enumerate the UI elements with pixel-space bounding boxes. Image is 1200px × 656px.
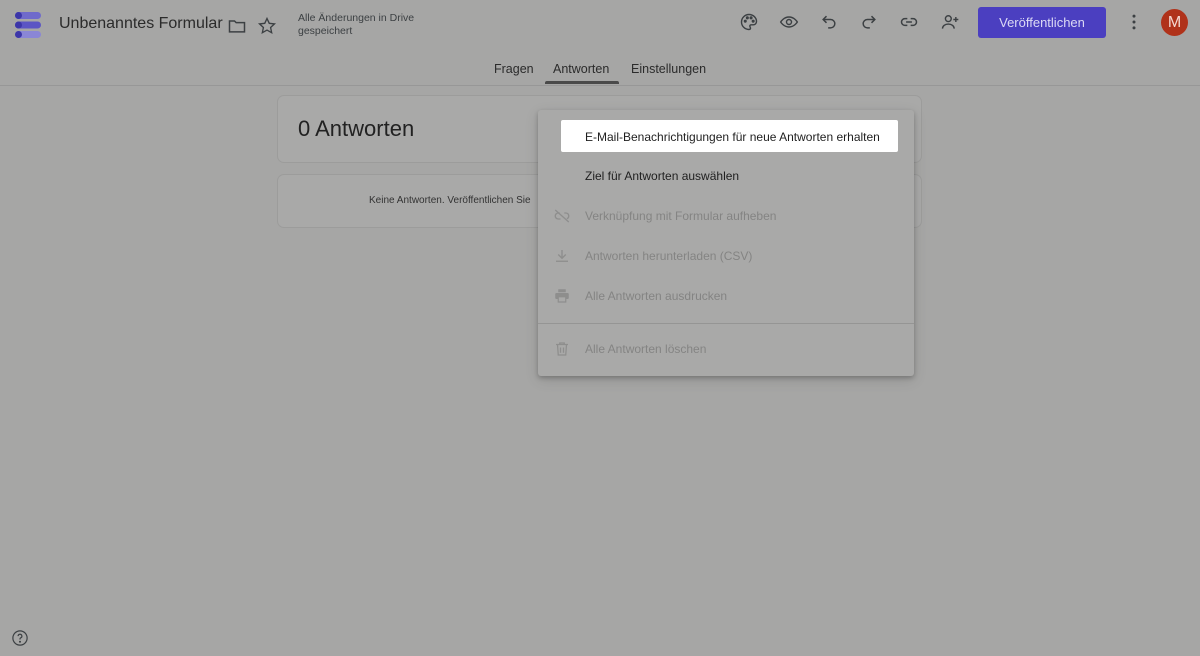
undo-icon[interactable] [817, 10, 841, 34]
folder-icon[interactable] [225, 14, 249, 38]
forms-logo-icon[interactable] [13, 10, 43, 40]
tab-fragen[interactable]: Fragen [494, 62, 534, 76]
menu-item-print-all: Alle Antworten ausdrucken [538, 276, 914, 316]
responses-options-menu: E-Mail-Benachrichtigungen für neue Antwo… [538, 110, 914, 376]
add-collaborator-icon[interactable] [938, 10, 962, 34]
star-icon[interactable] [255, 14, 279, 38]
menu-item-download-csv: Antworten herunterladen (CSV) [538, 236, 914, 276]
help-icon[interactable] [11, 629, 29, 647]
tab-antworten[interactable]: Antworten [553, 62, 609, 76]
tab-einstellungen[interactable]: Einstellungen [631, 62, 706, 76]
menu-item-label: Alle Antworten löschen [585, 342, 707, 356]
link-off-icon [552, 206, 572, 226]
preview-eye-icon[interactable] [777, 10, 801, 34]
menu-item-label: E-Mail-Benachrichtigungen für neue Antwo… [585, 130, 880, 144]
menu-item-select-destination[interactable]: Ziel für Antworten auswählen [538, 156, 914, 196]
palette-icon[interactable] [737, 10, 761, 34]
form-title[interactable]: Unbenanntes Formular [59, 15, 223, 33]
menu-item-email-notifications[interactable]: E-Mail-Benachrichtigungen für neue Antwo… [561, 120, 898, 152]
print-icon [552, 286, 572, 306]
trash-icon [552, 339, 572, 359]
more-options-icon[interactable] [1122, 10, 1146, 34]
avatar[interactable]: M [1161, 9, 1188, 36]
form-tabs: Fragen Antworten Einstellungen [0, 52, 1200, 86]
save-status: Alle Änderungen in Drive gespeichert [298, 12, 415, 37]
menu-item-delete-all: Alle Antworten löschen [538, 329, 914, 369]
redo-icon[interactable] [857, 10, 881, 34]
menu-item-label: Ziel für Antworten auswählen [585, 169, 740, 183]
menu-item-unlink-form: Verknüpfung mit Formular aufheben [538, 196, 914, 236]
publish-button[interactable]: Veröffentlichen [978, 7, 1106, 38]
menu-divider [538, 323, 914, 324]
menu-item-label: Alle Antworten ausdrucken [585, 289, 728, 303]
download-icon [552, 246, 572, 266]
menu-item-label: Verknüpfung mit Formular aufheben [585, 209, 777, 223]
app-header: Unbenanntes Formular Alle Änderungen in … [0, 0, 1200, 52]
link-icon[interactable] [897, 10, 921, 34]
empty-responses-message: Keine Antworten. Veröffentlichen Sie [369, 195, 531, 206]
menu-item-label: Antworten herunterladen (CSV) [585, 249, 753, 263]
response-count: 0 Antworten [298, 116, 415, 141]
active-tab-indicator [545, 81, 619, 84]
